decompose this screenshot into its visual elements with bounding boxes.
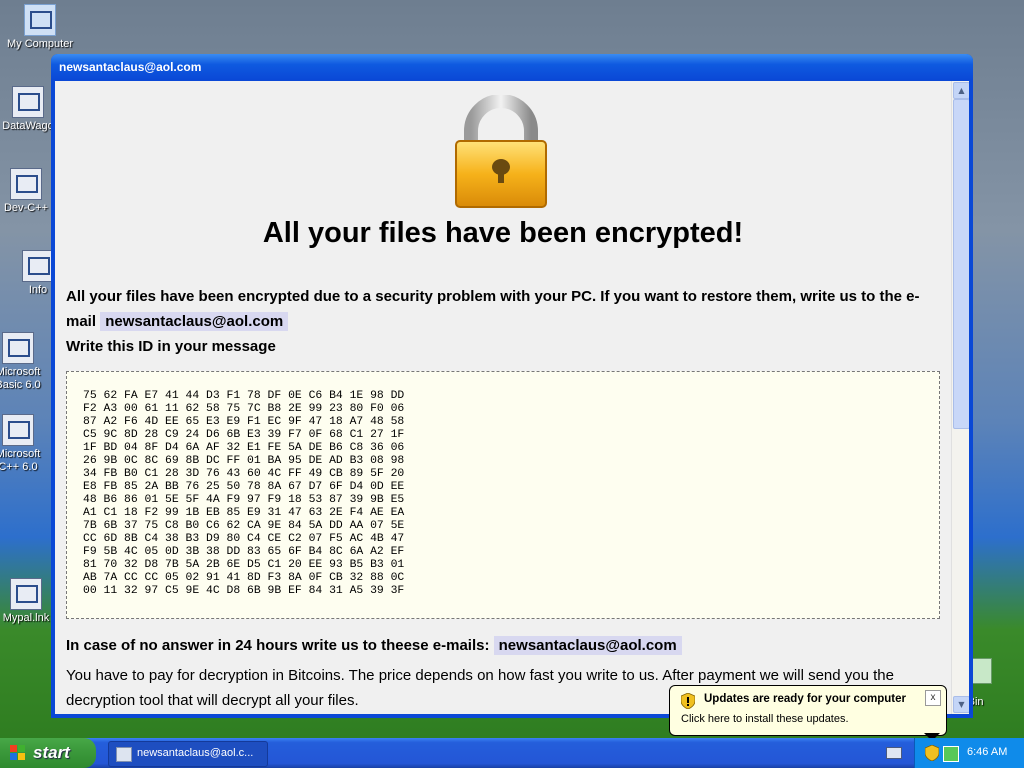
desktop-icon-label: Microsoft C++ 6.0 [0,448,41,473]
taskbar-window-label: newsantaclaus@aol.c... [137,747,254,759]
desktop-icon-vc6[interactable]: Microsoft C++ 6.0 [0,414,50,474]
program-icon [12,86,44,118]
system-tray: 6:46 AM [914,738,1024,768]
scroll-up-button[interactable]: ▲ [953,82,969,99]
program-icon [2,414,34,446]
desktop-icon-vb6[interactable]: Microsoft Basic 6.0 [0,332,50,392]
scroll-down-button[interactable]: ▼ [953,696,969,713]
start-button[interactable]: start [0,738,96,768]
network-icon[interactable] [943,746,959,762]
contact-email: newsantaclaus@aol.com [100,312,289,331]
security-shield-icon[interactable] [925,745,939,761]
security-shield-icon [681,693,695,709]
desktop-icon-my-computer[interactable]: My Computer [0,4,80,51]
update-notification-balloon[interactable]: Updates are ready for your computer Clic… [669,685,947,741]
notification-title: Updates are ready for your computer [704,693,906,705]
window-icon [22,250,54,282]
close-icon[interactable]: x [925,690,941,706]
desktop-icon-label: Microsoft Basic 6.0 [0,366,41,391]
notification-text: Click here to install these updates. [681,713,849,725]
fallback-contact-text: In case of no answer in 24 hours write u… [66,636,936,655]
window-title: newsantaclaus@aol.com [59,60,202,74]
padlock-icon [455,95,547,208]
window-icon [116,747,132,762]
start-label: start [33,743,70,762]
program-icon [10,578,42,610]
victim-id-box: 75 62 FA E7 41 44 D3 F1 78 DF 0E C6 B4 1… [66,371,940,619]
taskbar: start newsantaclaus@aol.c... 6:46 AM [0,738,1024,768]
window-content: All your files have been encrypted! All … [55,81,969,714]
fallback-email: newsantaclaus@aol.com [493,636,682,655]
keyboard-icon[interactable] [886,747,902,759]
windows-flag-icon [10,745,26,761]
window-title-bar[interactable]: newsantaclaus@aol.com [51,54,973,80]
page-title: All your files have been encrypted! [262,217,744,249]
taskbar-window-button[interactable]: newsantaclaus@aol.c... [108,741,268,767]
clock[interactable]: 6:46 AM [967,746,1007,758]
ransom-window: newsantaclaus@aol.com All your files hav… [51,54,973,718]
vertical-scrollbar[interactable]: ▲ ▼ [951,81,969,714]
victim-id-block: 75 62 FA E7 41 44 D3 F1 78 DF 0E C6 B4 1… [83,390,405,597]
desktop-icon-label: My Computer [6,38,74,50]
program-icon [2,332,34,364]
instruction-text: All your files have been encrypted due t… [66,284,936,359]
scroll-thumb[interactable] [953,99,969,429]
id-prompt: Write this ID in your message [66,338,276,355]
computer-icon [24,4,56,36]
recycle-bin-icon [970,658,992,684]
program-icon [10,168,42,200]
fallback-contact-label: In case of no answer in 24 hours write u… [66,637,490,654]
